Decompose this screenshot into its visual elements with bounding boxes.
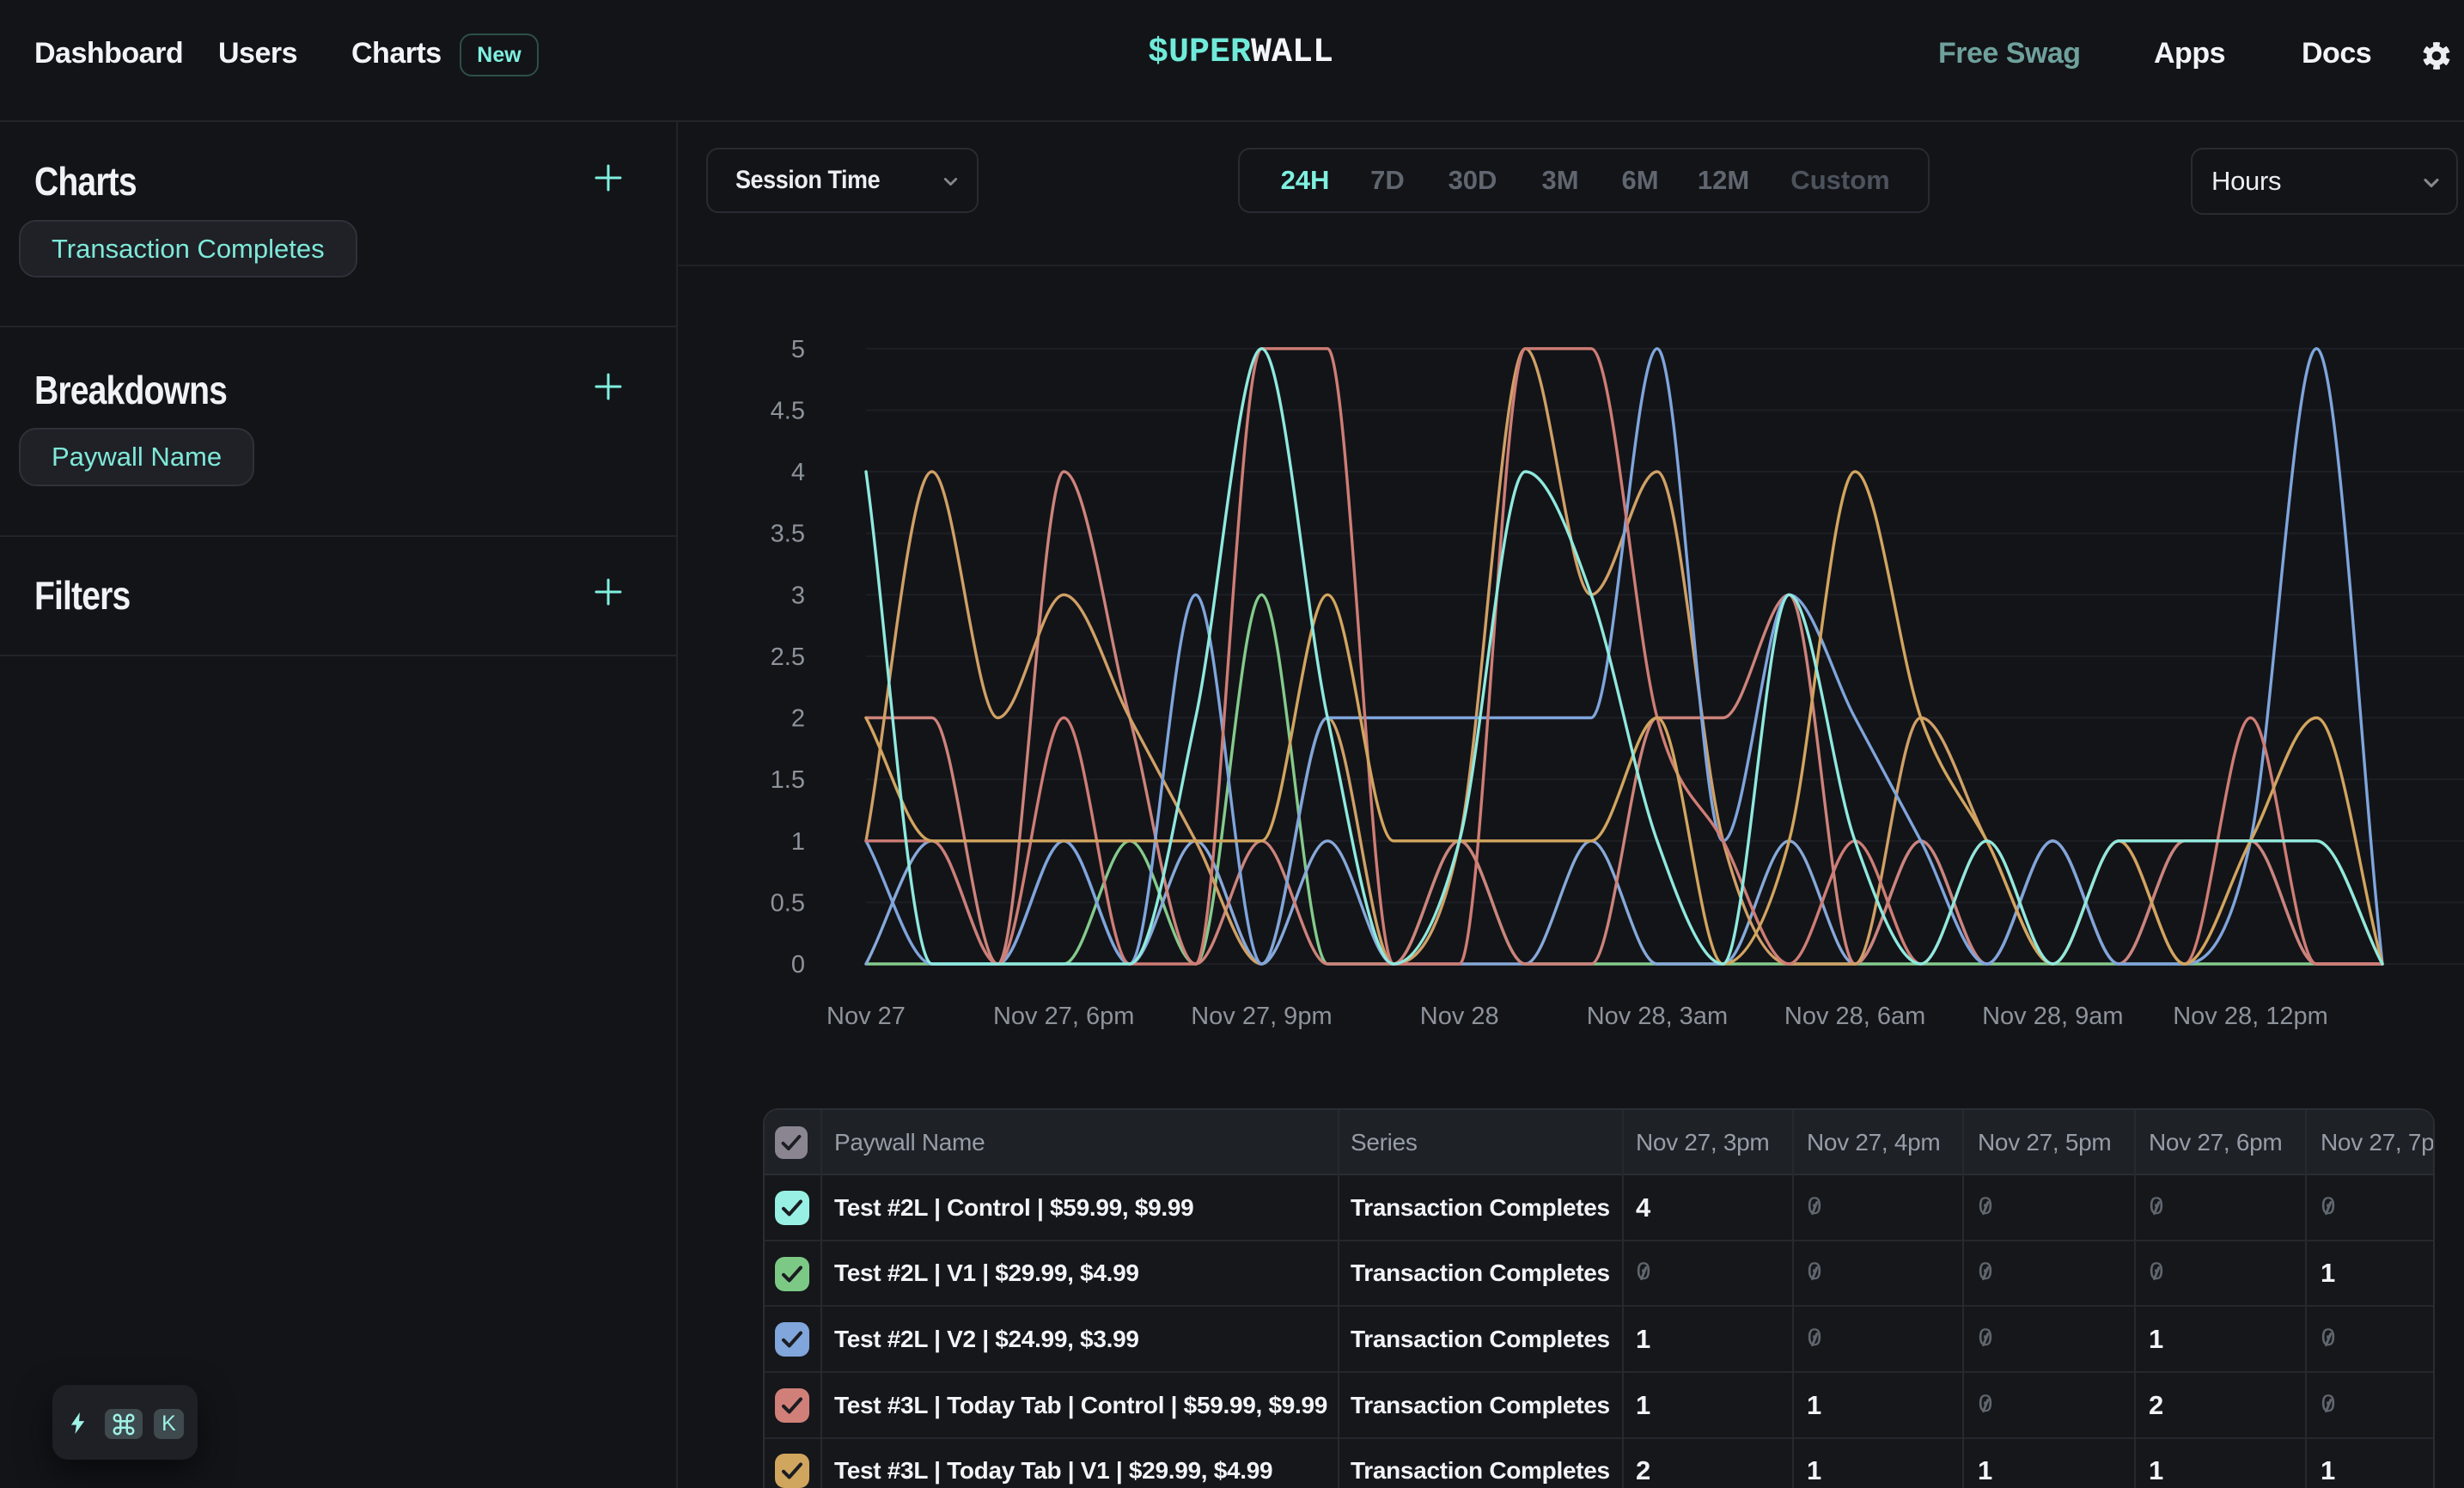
svg-text:1.5: 1.5 xyxy=(771,766,805,794)
svg-text:Nov 28, 9am: Nov 28, 9am xyxy=(1982,1003,2123,1030)
svg-text:Nov 27, 6pm: Nov 27, 6pm xyxy=(993,1003,1134,1030)
svg-text:5: 5 xyxy=(791,336,805,363)
svg-text:1: 1 xyxy=(791,828,805,856)
svg-text:4: 4 xyxy=(791,459,805,486)
svg-text:0: 0 xyxy=(791,951,805,979)
svg-text:Nov 28: Nov 28 xyxy=(1420,1003,1499,1030)
svg-text:Nov 28, 6am: Nov 28, 6am xyxy=(1784,1003,1925,1030)
svg-text:0.5: 0.5 xyxy=(771,889,805,917)
svg-text:Nov 28, 3am: Nov 28, 3am xyxy=(1587,1003,1728,1030)
svg-text:3.5: 3.5 xyxy=(771,521,805,548)
svg-text:2.5: 2.5 xyxy=(771,643,805,671)
svg-text:Nov 27: Nov 27 xyxy=(826,1003,906,1030)
svg-text:2: 2 xyxy=(791,705,805,733)
svg-text:4.5: 4.5 xyxy=(771,397,805,424)
svg-text:Nov 27, 9pm: Nov 27, 9pm xyxy=(1191,1003,1332,1030)
svg-text:Nov 28, 12pm: Nov 28, 12pm xyxy=(2173,1003,2328,1030)
svg-text:3: 3 xyxy=(791,582,805,609)
